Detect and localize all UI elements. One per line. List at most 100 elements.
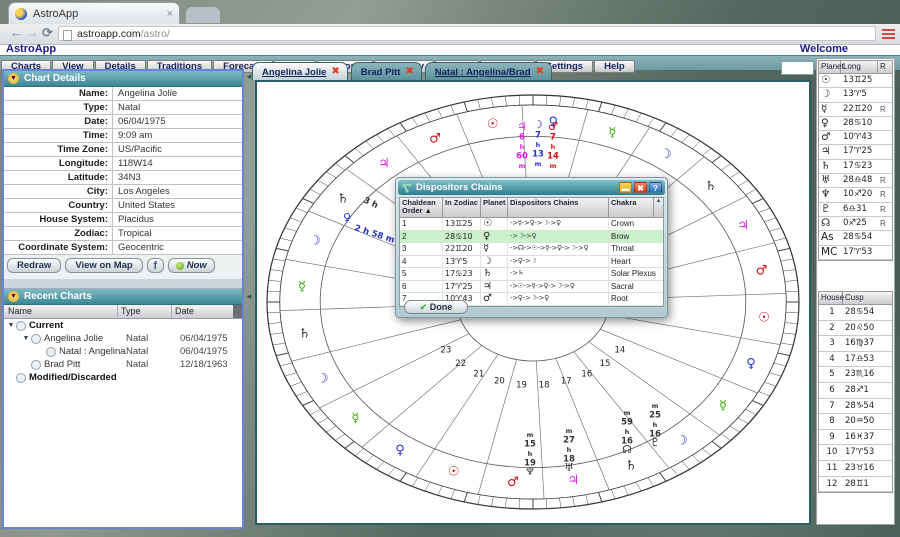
browser-menu-icon[interactable]: [882, 29, 895, 39]
done-button[interactable]: ✔ Done: [404, 300, 468, 314]
tick-mark: [273, 259, 285, 261]
tree-item-modified-discarded[interactable]: Modified/Discarded: [4, 371, 242, 384]
cell-cusp: 20♌50: [843, 321, 892, 336]
close-button[interactable]: ✖: [634, 182, 647, 193]
view-on-map-button[interactable]: View on Map: [65, 258, 142, 273]
chart-tab-close-icon[interactable]: ✖: [331, 67, 339, 77]
dispositor-row-3[interactable]: 322♊20☿->☊->☉->☿->♀->☽->♀Throat: [400, 243, 663, 256]
chart-tab-close-icon[interactable]: ✖: [405, 67, 413, 77]
reload-icon[interactable]: ⟳: [42, 25, 53, 41]
tree-item-brad-pitt[interactable]: Brad PittNatal12/18/1963: [4, 358, 242, 371]
desktop-wallpaper: AstroApp × ← → ⟳ astroapp.com/astro/ Ast…: [0, 0, 900, 537]
tree-item-angelina-jolie[interactable]: ▼Angelina JolieNatal06/04/1975: [4, 332, 242, 345]
menu-item-help[interactable]: Help: [594, 60, 635, 73]
tick-mark: [268, 323, 281, 324]
column-house[interactable]: House: [819, 292, 843, 304]
tick-mark: [573, 98, 575, 108]
now-button[interactable]: Now: [168, 258, 215, 273]
hour-time-text: 6: [519, 133, 525, 143]
column-cusp[interactable]: Cusp: [843, 292, 892, 304]
dispositor-row-5[interactable]: 517♋23♄->♄Solar Plexus: [400, 268, 663, 281]
tick-mark: [464, 102, 467, 112]
collapse-panel-icon[interactable]: ▼: [8, 73, 19, 84]
column-long[interactable]: Long: [841, 61, 878, 73]
collapse-panel-icon[interactable]: ▼: [8, 291, 19, 302]
help-button[interactable]: ?: [649, 182, 662, 193]
browser-tab[interactable]: AstroApp ×: [8, 2, 180, 24]
scrollbar-stub[interactable]: [233, 305, 242, 318]
dialog-table: Chaldean Order ▲ In Zodiac Planet Dispos…: [399, 197, 664, 307]
tree-item-natal-angelina-brad[interactable]: Natal : Angelina/BradNatal06/04/1975: [4, 345, 242, 358]
detail-row-time-zone: Time Zone:US/Pacific: [4, 143, 242, 157]
chart-tab-natal-angelina-brad[interactable]: Natal : Angelina/Brad✖: [425, 62, 552, 80]
hour-time-text: 13: [532, 150, 544, 160]
address-bar[interactable]: astroapp.com/astro/: [58, 26, 876, 41]
facebook-button[interactable]: f: [147, 258, 164, 273]
dispositor-row-4[interactable]: 413♈5☽->♀->☽Heart: [400, 256, 663, 269]
tree-expander-icon[interactable]: ▼: [7, 319, 15, 332]
detail-label: Zodiac:: [4, 227, 113, 240]
recent-charts-header[interactable]: ▼ Recent Charts: [4, 289, 242, 305]
new-tab-button[interactable]: [186, 7, 220, 23]
sector-number: 22: [455, 359, 466, 369]
cell-planet: ☉: [481, 218, 508, 230]
cell-long: 10♈43: [841, 131, 878, 144]
dialog-title-bar[interactable]: Dispositors Chains ▬ ✖ ?: [398, 180, 665, 195]
tick-mark: [648, 478, 654, 487]
planet-hour-glyph-: ☿: [351, 411, 359, 426]
house-spoke: [416, 354, 498, 476]
redraw-button[interactable]: Redraw: [7, 258, 61, 273]
panel-collapse-arrow-icon[interactable]: ◄: [245, 292, 253, 301]
dispositor-row-2[interactable]: 228♋10♀->☽->♀Brow: [400, 231, 663, 244]
cell-planet: ☊: [819, 217, 841, 230]
scroll-up-icon[interactable]: ▲: [653, 198, 663, 217]
tick-mark: [692, 141, 700, 149]
now-icon: [176, 262, 184, 270]
planet-hour-glyph-: ♂: [756, 264, 768, 279]
minimize-button[interactable]: ▬: [619, 182, 632, 193]
detail-row-latitude: Latitude:34N3: [4, 171, 242, 185]
sector-number: 20: [494, 377, 505, 387]
mini-input-box[interactable]: [781, 61, 814, 75]
tree-node-icon: [16, 321, 26, 331]
table-row: 916♓37: [819, 430, 892, 446]
tick-mark: [412, 478, 418, 487]
cell-long: 13♈5: [841, 88, 878, 101]
dispositor-row-1[interactable]: 113♊25☉->☿->♀->☽->♀Crown: [400, 218, 663, 231]
sector-number: 18: [539, 380, 550, 390]
planet-hour-glyph-: ☽: [676, 433, 688, 448]
column-r[interactable]: R: [878, 61, 892, 73]
hour-time-text: 25: [649, 411, 661, 421]
tick-mark: [355, 148, 364, 155]
column-planet[interactable]: Planet: [819, 61, 841, 73]
chart-tab-brad-pitt[interactable]: Brad Pitt✖: [351, 62, 422, 80]
cell-cusp: 28♋54: [843, 305, 892, 320]
tree-node-icon: [46, 347, 56, 357]
column-planet[interactable]: Planet: [481, 198, 508, 217]
chart-details-header[interactable]: ▼ Chart Details: [4, 71, 242, 87]
column-dispositors-chains[interactable]: Dispositors Chains: [508, 198, 609, 217]
cell-chain: ->☽->♀: [508, 231, 609, 243]
column-chaldean-order[interactable]: Chaldean Order ▲: [400, 198, 443, 217]
tick-mark: [745, 409, 756, 414]
cell-planet: ♄: [481, 268, 508, 280]
tick-mark: [702, 448, 711, 455]
planet-hour-glyph-: ☉: [487, 117, 499, 132]
dispositor-row-6[interactable]: 617♈25♃->☉->☿->♀->☽->♀Sacral: [400, 281, 663, 294]
table-row: ☊0♐25R: [819, 217, 892, 231]
cell-house: 12: [819, 477, 843, 492]
dispositors-chains-dialog[interactable]: Dispositors Chains ▬ ✖ ? Chaldean Order …: [395, 177, 668, 318]
sector-number: 23: [440, 345, 451, 355]
chart-tab-close-icon[interactable]: ✖: [536, 67, 544, 77]
browser-tab-close-icon[interactable]: ×: [167, 8, 173, 20]
column-in-zodiac[interactable]: In Zodiac: [443, 198, 481, 217]
column-chakra[interactable]: Chakra: [609, 198, 653, 217]
detail-row-country: Country:United States: [4, 199, 242, 213]
forward-icon[interactable]: →: [26, 25, 39, 40]
tick-mark: [636, 113, 641, 122]
chart-tab-angelina-jolie[interactable]: Angelina Jolie✖: [252, 62, 348, 80]
back-icon[interactable]: ←: [10, 25, 23, 40]
site-brand[interactable]: AstroApp: [6, 43, 56, 55]
tree-expander-icon[interactable]: ▼: [22, 332, 30, 345]
tree-item-current[interactable]: ▼Current: [4, 319, 242, 332]
